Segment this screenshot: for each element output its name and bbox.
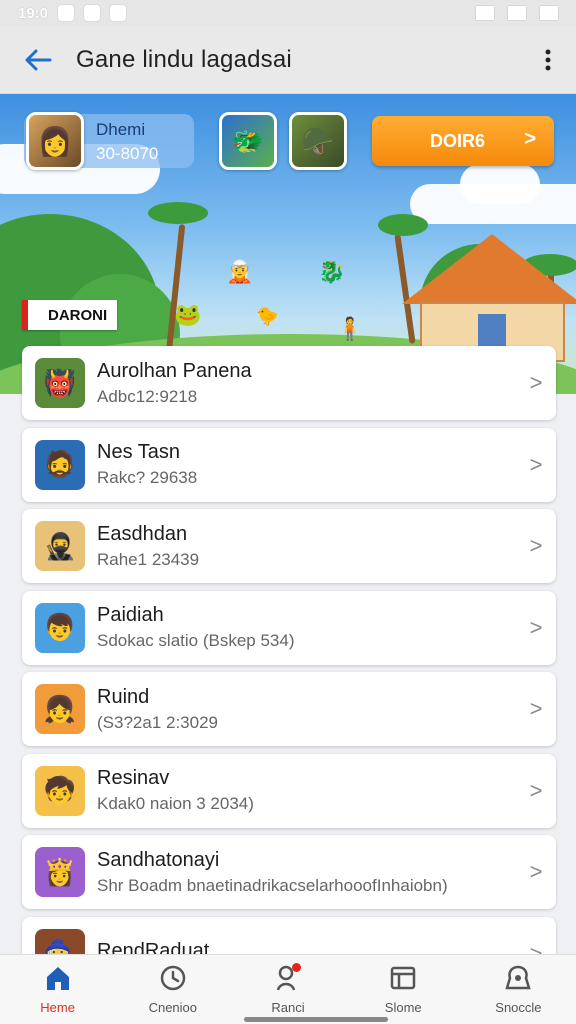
- nav-history[interactable]: Cnenioo: [115, 955, 230, 1024]
- player-avatar-icon: 👩: [37, 125, 73, 157]
- home-indicator[interactable]: [244, 1017, 388, 1022]
- house-decoration: [402, 234, 576, 304]
- nav-label: Slome: [384, 1000, 422, 1015]
- nav-profile[interactable]: Snoccle: [461, 955, 576, 1024]
- chevron-right-icon: >: [529, 533, 543, 558]
- app-notification-icon: [110, 5, 127, 21]
- battery-icon: [540, 6, 558, 20]
- back-button[interactable]: [0, 26, 76, 94]
- game-title: Resinav: [97, 767, 170, 789]
- girl-icon: 👧: [35, 684, 85, 734]
- back-arrow-icon: [25, 49, 52, 70]
- nav-rank[interactable]: Ranci: [230, 955, 345, 1024]
- clock-icon: [159, 964, 187, 992]
- overflow-menu-button[interactable]: [520, 26, 576, 94]
- game-title: Ruind: [97, 685, 150, 708]
- list-item[interactable]: 🥷 Easdhdan Rahe1 23439 >: [22, 509, 556, 583]
- game-subtitle: (S3?2a1 2:3029: [97, 712, 218, 732]
- kid-icon: 🧒: [35, 765, 85, 816]
- store-icon: [389, 964, 417, 992]
- list-item[interactable]: 👧 Ruind (S3?2a1 2:3029 >: [22, 672, 556, 746]
- page-title: Gane lindu lagadsai: [76, 45, 292, 73]
- character-sprite: 🐉: [318, 259, 346, 284]
- player-avatar[interactable]: 👩: [26, 112, 84, 170]
- character-sprite: 🧍: [336, 316, 364, 341]
- game-title: Sandhatonayi: [97, 848, 220, 871]
- status-bar: 19:0: [0, 0, 576, 26]
- featured-game-thumb[interactable]: 🪖: [289, 112, 347, 170]
- chevron-right-icon: >: [524, 128, 536, 150]
- list-item[interactable]: 🧒 Resinav Kdak0 naion 3 2034) >: [22, 753, 556, 828]
- download-icon: [58, 5, 75, 21]
- play-button[interactable]: DOIR6 >: [372, 116, 554, 166]
- princess-icon: 👸: [35, 847, 85, 897]
- nav-label: Ranci: [271, 1000, 305, 1015]
- list-item[interactable]: 👸 Sandhatonayi Shr Boadm bnaetinadrikacs…: [22, 835, 556, 909]
- featured-game-thumb[interactable]: 🐲: [219, 112, 277, 170]
- game-title: Easdhdan: [97, 522, 188, 545]
- home-icon: [44, 964, 72, 992]
- game-subtitle: Rahe1 23439: [97, 549, 200, 569]
- cloud-decoration: [460, 164, 540, 204]
- nav-label: Cnenioo: [148, 1000, 198, 1015]
- status-time: 19:0: [18, 4, 49, 22]
- player-name: Dhemi: [96, 120, 146, 139]
- signal-icon: [508, 6, 526, 20]
- game-subtitle: Kdak0 naion 3 2034): [97, 794, 254, 813]
- wifi-icon: [476, 6, 494, 20]
- profile-icon: [504, 964, 532, 992]
- game-subtitle: Adbc12:9218: [97, 386, 198, 406]
- game-list: 👹 Aurolhan Panena Adbc12:9218 > 🧔 Nes Ta…: [22, 346, 556, 998]
- character-sprite: 🐸: [174, 302, 202, 327]
- boy-icon: 👦: [35, 602, 85, 653]
- palm-leaf-decoration: [378, 214, 428, 236]
- character-sprite: 🐤: [256, 306, 279, 326]
- list-item[interactable]: 👦 Paidiah Sdokac slatio (Bskep 534) >: [22, 590, 556, 665]
- game-title: Nes Tasn: [97, 441, 181, 463]
- nav-home[interactable]: Heme: [0, 955, 115, 1024]
- soldier-icon: 🪖: [301, 125, 335, 156]
- play-button-label: DOIR6: [430, 130, 486, 151]
- warrior-icon: 🧔: [35, 439, 85, 490]
- game-subtitle: Sdokac slatio (Bskep 534): [97, 631, 295, 650]
- game-subtitle: Shr Boadm bnaetinadrikacselarhooofInhaio…: [97, 875, 448, 895]
- chevron-right-icon: >: [529, 451, 543, 477]
- dragon-icon: 🐲: [231, 125, 265, 156]
- bottom-nav: Heme Cnenioo Ranci Slome Snoccle: [0, 954, 576, 1024]
- chevron-right-icon: >: [529, 370, 543, 395]
- game-title: Paidiah: [97, 604, 164, 626]
- nav-label: Snoccle: [495, 1000, 542, 1015]
- chevron-right-icon: >: [529, 614, 543, 640]
- game-title: Aurolhan Panena: [97, 359, 252, 382]
- nav-store[interactable]: Slome: [346, 955, 461, 1024]
- chevron-right-icon: >: [529, 696, 543, 721]
- game-subtitle: Rakc? 29638: [97, 468, 198, 487]
- sync-icon: [84, 5, 101, 21]
- nav-label: Heme: [40, 1000, 75, 1015]
- player-score: 30-8070: [96, 144, 159, 163]
- ninja-icon: 🥷: [35, 521, 85, 571]
- ogre-icon: 👹: [35, 358, 85, 408]
- list-item[interactable]: 👹 Aurolhan Panena Adbc12:9218 >: [22, 346, 556, 420]
- banner-label: DARONI: [22, 300, 118, 330]
- chevron-right-icon: >: [529, 859, 543, 884]
- list-item[interactable]: 🧔 Nes Tasn Rakc? 29638 >: [22, 427, 556, 502]
- character-sprite: 🧝: [226, 259, 254, 284]
- chevron-right-icon: >: [529, 777, 543, 803]
- app-bar: Gane lindu lagadsai: [0, 26, 576, 94]
- more-vert-icon: [545, 49, 551, 70]
- palm-leaf-decoration: [148, 202, 208, 224]
